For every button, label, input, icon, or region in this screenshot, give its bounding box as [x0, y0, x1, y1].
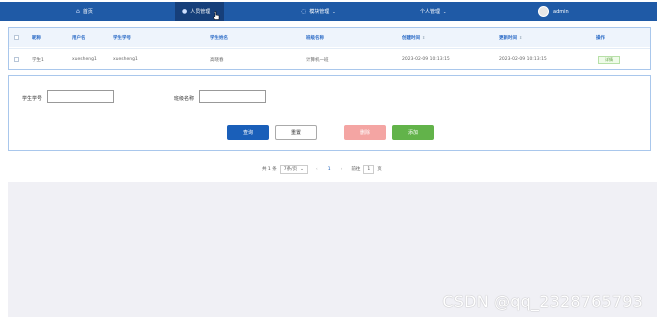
header-created-label: 创建时间 [402, 35, 420, 41]
cell-nickname: 学生1 [32, 57, 44, 63]
goto-label: 前往 [351, 167, 361, 172]
reset-button[interactable]: 重置 [275, 125, 317, 140]
prev-page-button[interactable]: ‹ [316, 167, 318, 172]
user-name: admin [553, 8, 569, 15]
avatar[interactable] [538, 6, 549, 17]
cell-created: 2023-02-09 10:13:15 [402, 57, 450, 62]
data-table: 昵称 用户名 学生学号 学生姓名 班级名称 创建时间 ⇕ 更新时间 ⇕ 操作 学生1… [8, 27, 651, 70]
nav-home[interactable]: ⌂ 首页 [76, 2, 93, 21]
table-header: 昵称 用户名 学生学号 学生姓名 班级名称 创建时间 ⇕ 更新时间 ⇕ 操作 [9, 28, 650, 47]
module-icon: ◌ [301, 8, 307, 15]
pagination: 共 1 条 7条/页 ⌄ ‹ 1 › 前往 1 页 [262, 164, 382, 174]
page-unit: 页 [377, 167, 382, 172]
row-checkbox[interactable] [14, 49, 19, 70]
sort-icon[interactable]: ⇕ [519, 35, 522, 40]
page-size-value: 7条/页 [283, 167, 298, 172]
goto-page-input[interactable]: 1 [363, 164, 375, 174]
nav-personal-label: 个人管理 [420, 9, 441, 15]
current-page[interactable]: 1 [328, 167, 331, 172]
header-updated[interactable]: 更新时间 ⇕ [499, 28, 522, 47]
page-size-select[interactable]: 7条/页 ⌄ [279, 164, 308, 174]
top-nav: ⌂ 首页 ● 人员管理 ⌄ ◌ 模块管理 ⌄ 个人管理 ⌄ admin [0, 2, 657, 21]
nav-home-label: 首页 [82, 9, 93, 15]
chevron-down-icon: ⌄ [332, 9, 336, 14]
cell-class-name: 计算机一班 [306, 57, 329, 63]
sort-icon[interactable]: ⇕ [422, 35, 425, 40]
class-name-input[interactable] [199, 90, 266, 103]
search-form: 学生学号 班级名称 查询 重置 删除 添加 [8, 75, 651, 151]
student-no-label: 学生学号 [22, 96, 43, 102]
watermark: CSDN @qq_2328765793 [442, 292, 643, 311]
student-no-input[interactable] [47, 90, 114, 103]
select-all-checkbox[interactable] [14, 28, 19, 47]
header-username: 用户名 [72, 35, 86, 41]
header-nickname: 昵称 [32, 35, 41, 41]
home-icon: ⌂ [76, 8, 80, 15]
cell-student-no: xuesheng1 [113, 57, 138, 62]
nav-personnel-label: 人员管理 [190, 9, 211, 15]
header-student-no: 学生学号 [113, 35, 131, 41]
nav-personal[interactable]: 个人管理 ⌄ [420, 2, 446, 21]
hand-cursor-icon [213, 11, 220, 20]
delete-button[interactable]: 删除 [344, 125, 386, 140]
nav-modules[interactable]: ◌ 模块管理 ⌄ [301, 2, 336, 21]
cell-updated: 2023-02-09 10:13:15 [499, 57, 547, 62]
query-button[interactable]: 查询 [227, 125, 269, 140]
detail-button[interactable]: 详情 [598, 55, 620, 64]
chevron-down-icon: ⌄ [443, 9, 447, 14]
cell-username: xuesheng1 [72, 57, 97, 62]
table-row: 学生1 xuesheng1 xuesheng1 高晓春 计算机一班 2023-0… [9, 48, 650, 70]
header-created[interactable]: 创建时间 ⇕ [402, 28, 425, 47]
add-button[interactable]: 添加 [392, 125, 434, 140]
class-name-label: 班级名称 [174, 96, 195, 102]
detail-cell: 详情 [598, 49, 620, 70]
header-updated-label: 更新时间 [499, 35, 517, 41]
chevron-down-icon: ⌄ [300, 166, 304, 172]
header-action: 操作 [596, 35, 605, 41]
user-icon: ● [182, 8, 188, 15]
nav-modules-label: 模块管理 [309, 9, 330, 15]
pager-total: 共 1 条 [262, 167, 277, 172]
header-class-name: 班级名称 [306, 35, 324, 41]
user-menu[interactable]: admin [538, 2, 569, 21]
next-page-button[interactable]: › [341, 167, 343, 172]
cell-student-name: 高晓春 [210, 57, 224, 63]
header-student-name: 学生姓名 [210, 35, 228, 41]
